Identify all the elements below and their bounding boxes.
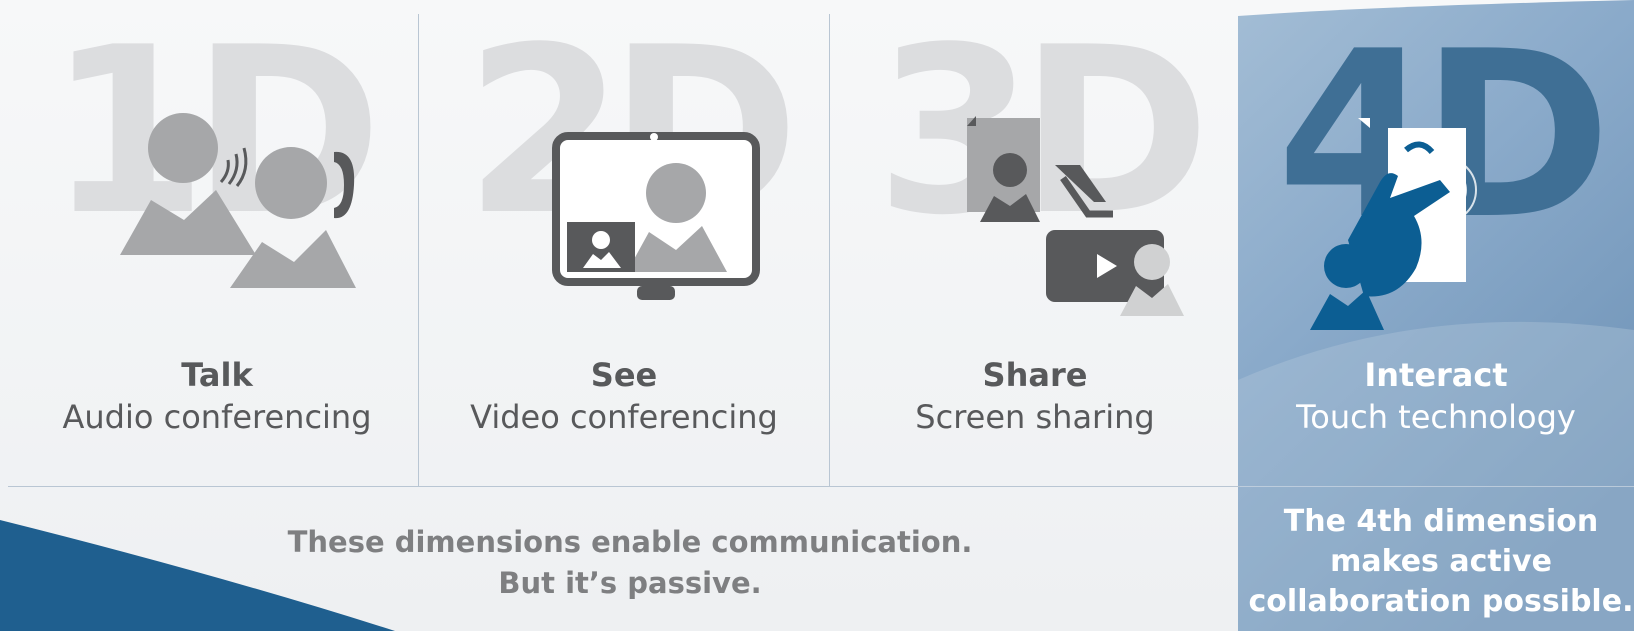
- column-see: 2D See Video conferencing: [419, 0, 829, 486]
- title-talk: Talk: [181, 356, 253, 394]
- audio-call-icon: [120, 113, 356, 288]
- column-share: 3D Share Screen sharing: [830, 0, 1240, 486]
- horizontal-divider: [8, 486, 1240, 487]
- subtitle-audio-conferencing: Audio conferencing: [62, 398, 372, 436]
- subtitle-screen-sharing: Screen sharing: [915, 398, 1155, 436]
- passive-caption: These dimensions enable communication. B…: [0, 522, 1260, 604]
- dimensions-diagram: 1D Talk Audio conferencing 2D See Vide: [0, 0, 1634, 631]
- touch-hand-icon: [1310, 118, 1477, 330]
- title-interact: Interact: [1364, 356, 1508, 394]
- subtitle-video-conferencing: Video conferencing: [470, 398, 778, 436]
- subtitle-touch-technology: Touch technology: [1296, 398, 1576, 436]
- active-line-2: makes active: [1330, 544, 1552, 579]
- title-see: See: [590, 356, 658, 394]
- active-line-1: The 4th dimension: [1283, 504, 1599, 539]
- title-share: Share: [982, 356, 1088, 394]
- passive-line-1: These dimensions enable communication.: [287, 525, 973, 559]
- passive-line-2: But it’s passive.: [498, 566, 762, 600]
- column-talk: 1D Talk Audio conferencing: [16, 0, 418, 486]
- active-caption: The 4th dimension makes active collabora…: [1244, 502, 1634, 622]
- horizontal-divider-panel: [1240, 486, 1634, 487]
- screen-share-icon: [967, 116, 1184, 316]
- column-interact: 4D Interact Touch technology: [1238, 0, 1634, 486]
- active-line-3: collaboration possible.: [1248, 584, 1634, 619]
- video-monitor-icon: [552, 132, 760, 300]
